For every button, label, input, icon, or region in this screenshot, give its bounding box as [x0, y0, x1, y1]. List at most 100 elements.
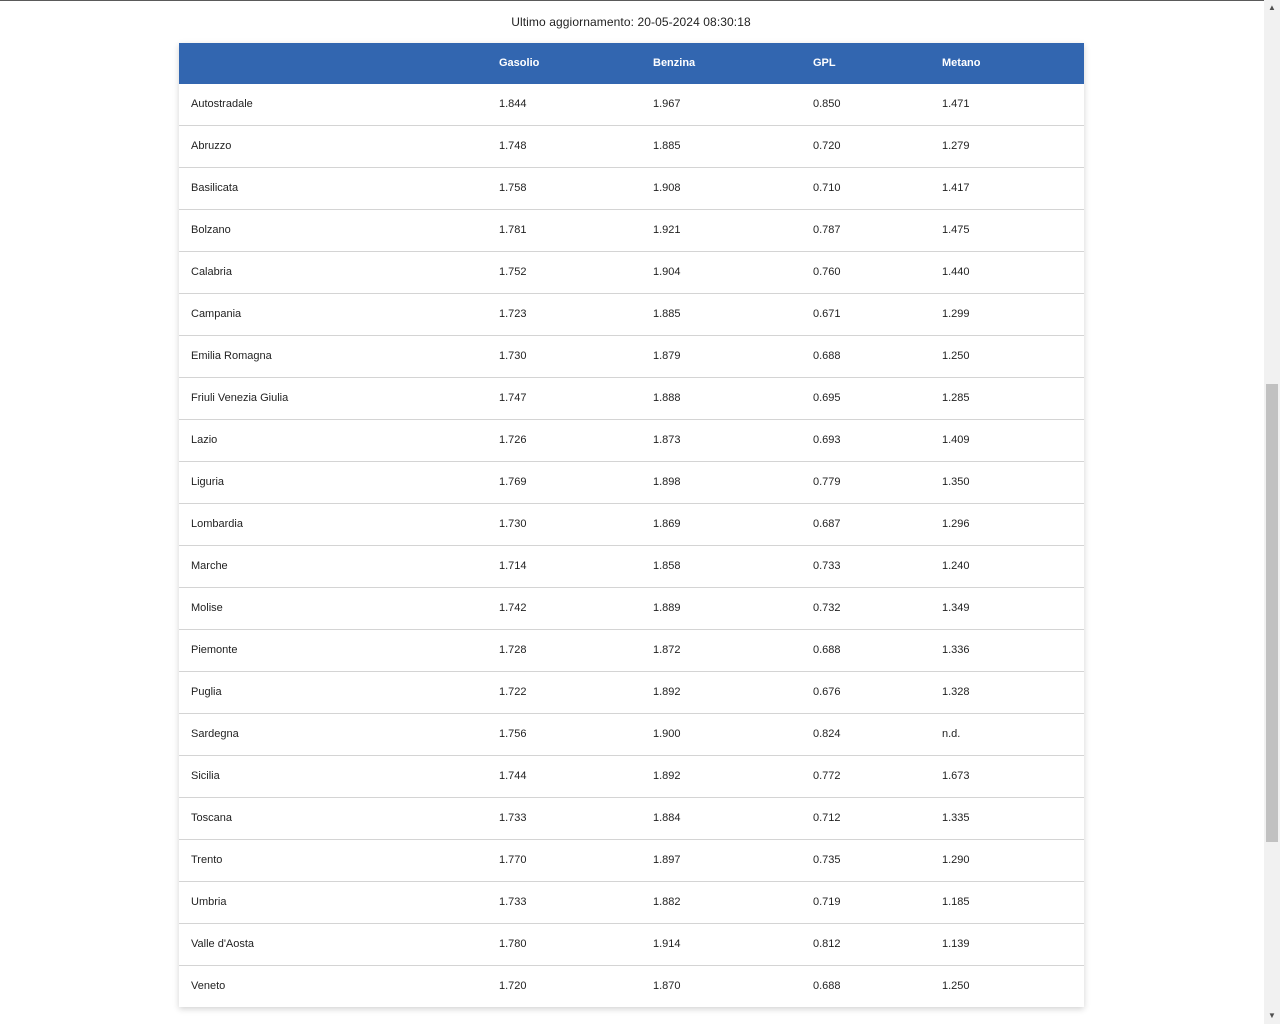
cell-metano: 1.299	[942, 308, 970, 320]
table-row: Valle d'Aosta 1.780 1.914 0.812 1.139	[179, 924, 1084, 966]
cell-gasolio: 1.756	[499, 728, 527, 740]
table-row: Molise 1.742 1.889 0.732 1.349	[179, 588, 1084, 630]
cell-region: Calabria	[191, 266, 232, 278]
table-row: Emilia Romagna 1.730 1.879 0.688 1.250	[179, 336, 1084, 378]
scroll-up-icon[interactable]: ▲	[1264, 0, 1280, 16]
cell-gpl: 0.688	[813, 350, 841, 362]
cell-gpl: 0.676	[813, 686, 841, 698]
cell-gasolio: 1.730	[499, 350, 527, 362]
table-row: Veneto 1.720 1.870 0.688 1.250	[179, 966, 1084, 1007]
cell-metano: 1.240	[942, 560, 970, 572]
last-update-text: Ultimo aggiornamento: 20-05-2024 08:30:1…	[511, 15, 751, 29]
cell-gpl: 0.735	[813, 854, 841, 866]
table-row: Lombardia 1.730 1.869 0.687 1.296	[179, 504, 1084, 546]
cell-gpl: 0.732	[813, 602, 841, 614]
table-row: Autostradale 1.844 1.967 0.850 1.471	[179, 84, 1084, 126]
cell-gasolio: 1.733	[499, 812, 527, 824]
cell-metano: 1.185	[942, 896, 970, 908]
cell-gpl: 0.687	[813, 518, 841, 530]
cell-benzina: 1.882	[653, 896, 681, 908]
cell-benzina: 1.870	[653, 980, 681, 992]
cell-region: Lombardia	[191, 518, 243, 530]
cell-gasolio: 1.723	[499, 308, 527, 320]
cell-gasolio: 1.747	[499, 392, 527, 404]
cell-region: Abruzzo	[191, 140, 232, 152]
cell-gpl: 0.719	[813, 896, 841, 908]
top-divider	[0, 0, 1264, 1]
cell-benzina: 1.885	[653, 308, 681, 320]
cell-benzina: 1.897	[653, 854, 681, 866]
cell-region: Lazio	[191, 434, 218, 446]
cell-metano: 1.673	[942, 770, 970, 782]
cell-benzina: 1.879	[653, 350, 681, 362]
table-row: Piemonte 1.728 1.872 0.688 1.336	[179, 630, 1084, 672]
cell-region: Marche	[191, 560, 228, 572]
cell-region: Basilicata	[191, 182, 239, 194]
cell-benzina: 1.914	[653, 938, 681, 950]
cell-metano: 1.296	[942, 518, 970, 530]
cell-gasolio: 1.726	[499, 434, 527, 446]
table-row: Calabria 1.752 1.904 0.760 1.440	[179, 252, 1084, 294]
table-row: Sicilia 1.744 1.892 0.772 1.673	[179, 756, 1084, 798]
cell-region: Molise	[191, 602, 223, 614]
cell-benzina: 1.888	[653, 392, 681, 404]
cell-metano: 1.336	[942, 644, 970, 656]
cell-gpl: 0.720	[813, 140, 841, 152]
cell-metano: 1.417	[942, 182, 970, 194]
cell-metano: 1.350	[942, 476, 970, 488]
cell-region: Sicilia	[191, 770, 220, 782]
header-benzina: Benzina	[653, 57, 696, 69]
cell-region: Liguria	[191, 476, 225, 488]
cell-benzina: 1.898	[653, 476, 681, 488]
header-metano: Metano	[942, 57, 981, 69]
cell-gpl: 0.688	[813, 980, 841, 992]
cell-benzina: 1.872	[653, 644, 681, 656]
cell-benzina: 1.873	[653, 434, 681, 446]
cell-gasolio: 1.780	[499, 938, 527, 950]
cell-metano: 1.250	[942, 350, 970, 362]
cell-gpl: 0.695	[813, 392, 841, 404]
header-gpl: GPL	[813, 57, 836, 69]
cell-metano: 1.139	[942, 938, 970, 950]
cell-gasolio: 1.744	[499, 770, 527, 782]
cell-gpl: 0.779	[813, 476, 841, 488]
cell-benzina: 1.892	[653, 686, 681, 698]
cell-benzina: 1.858	[653, 560, 681, 572]
table-row: Friuli Venezia Giulia 1.747 1.888 0.695 1.28…	[179, 378, 1084, 420]
table-row: Campania 1.723 1.885 0.671 1.299	[179, 294, 1084, 336]
cell-metano: 1.475	[942, 224, 970, 236]
table-row: Liguria 1.769 1.898 0.779 1.350	[179, 462, 1084, 504]
cell-gasolio: 1.844	[499, 98, 527, 110]
cell-gasolio: 1.758	[499, 182, 527, 194]
cell-gasolio: 1.720	[499, 980, 527, 992]
cell-gpl: 0.760	[813, 266, 841, 278]
cell-gasolio: 1.748	[499, 140, 527, 152]
cell-gpl: 0.712	[813, 812, 841, 824]
cell-gasolio: 1.714	[499, 560, 527, 572]
cell-gasolio: 1.770	[499, 854, 527, 866]
table-row: Trento 1.770 1.897 0.735 1.290	[179, 840, 1084, 882]
vertical-scrollbar[interactable]: ▲ ▼	[1264, 0, 1280, 1024]
fuel-price-table: Gasolio Benzina GPL Metano Autostradale 1…	[179, 43, 1084, 1007]
cell-gpl: 0.710	[813, 182, 841, 194]
cell-gpl: 0.772	[813, 770, 841, 782]
cell-region: Friuli Venezia Giulia	[191, 392, 289, 404]
table-row: Lazio 1.726 1.873 0.693 1.409	[179, 420, 1084, 462]
table-row: Bolzano 1.781 1.921 0.787 1.475	[179, 210, 1084, 252]
table-row: Sardegna 1.756 1.900 0.824 n.d.	[179, 714, 1084, 756]
cell-region: Veneto	[191, 980, 226, 992]
scroll-down-icon[interactable]: ▼	[1264, 1008, 1280, 1024]
cell-gasolio: 1.769	[499, 476, 527, 488]
table-row: Abruzzo 1.748 1.885 0.720 1.279	[179, 126, 1084, 168]
table-row: Umbria 1.733 1.882 0.719 1.185	[179, 882, 1084, 924]
table-row: Toscana 1.733 1.884 0.712 1.335	[179, 798, 1084, 840]
scrollbar-thumb[interactable]	[1266, 384, 1278, 842]
cell-benzina: 1.904	[653, 266, 681, 278]
cell-metano: 1.349	[942, 602, 970, 614]
cell-metano: 1.290	[942, 854, 970, 866]
cell-gpl: 0.733	[813, 560, 841, 572]
cell-region: Trento	[191, 854, 223, 866]
cell-benzina: 1.900	[653, 728, 681, 740]
cell-benzina: 1.889	[653, 602, 681, 614]
cell-gasolio: 1.781	[499, 224, 527, 236]
